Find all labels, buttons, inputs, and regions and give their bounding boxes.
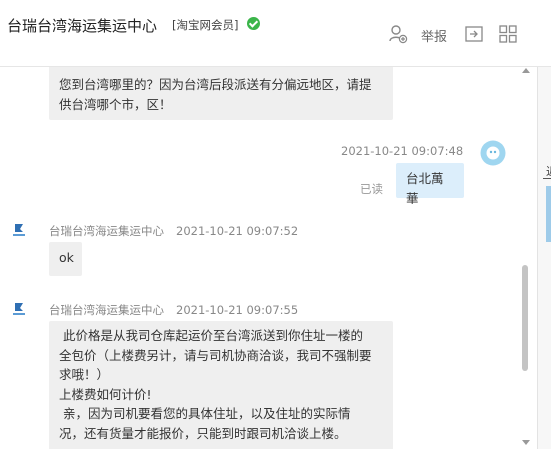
right-panel-scrollbar[interactable] bbox=[546, 186, 551, 242]
message-line: 全包价（上楼费另计，请与司机协商洽谈，我司不强制要 bbox=[59, 347, 372, 363]
message-bubble: 您到台湾哪里的？因为台湾后段派送有分偏远地区，请提供台湾哪个市，区！ bbox=[49, 67, 393, 120]
my-avatar-icon bbox=[480, 140, 506, 166]
message-timestamp: 2021-10-21 09:07:52 bbox=[176, 224, 299, 238]
sender-name: 台瑞台湾海运集运中心 bbox=[49, 224, 164, 238]
message-timestamp: 2021-10-21 09:07:48 bbox=[341, 144, 464, 158]
shop-avatar-icon bbox=[13, 303, 25, 315]
message-bubble: 此价格是从我司仓库起运价至台湾派送到你住址一楼的 全包价（上楼费另计，请与司机协… bbox=[49, 321, 393, 449]
message-line: 此价格是从我司仓库起运价至台湾派送到你住址一楼的 bbox=[59, 328, 363, 343]
message-timestamp: 2021-10-21 09:07:55 bbox=[176, 303, 299, 317]
right-panel-tab[interactable]: 近 bbox=[546, 163, 551, 179]
message-list[interactable]: 您到台湾哪里的？因为台湾后段派送有分偏远地区，请提供台湾哪个市，区！ 2021-… bbox=[0, 67, 536, 449]
message-line: 求哦！） bbox=[59, 367, 110, 382]
message-bubble: 台北萬華 bbox=[396, 163, 464, 206]
grid-icon[interactable] bbox=[498, 24, 518, 44]
chat-scrollbar[interactable] bbox=[522, 265, 528, 371]
shop-avatar-icon bbox=[13, 224, 25, 236]
report-button[interactable]: 举报 bbox=[421, 26, 447, 45]
scroll-down-arrow-icon[interactable] bbox=[522, 440, 530, 445]
message-bubble: ok bbox=[49, 242, 82, 276]
verified-icon bbox=[247, 17, 260, 30]
shop-title: 台瑞台湾海运集运中心 bbox=[7, 17, 158, 35]
sender-name: 台瑞台湾海运集运中心 bbox=[49, 303, 164, 317]
folder-arrow-icon[interactable] bbox=[464, 24, 484, 44]
message-line: 况，还有货量才能报价，只能到时跟司机洽谈上楼。 bbox=[59, 425, 347, 441]
message-meta: 台瑞台湾海运集运中心 2021-10-21 09:07:52 bbox=[49, 223, 298, 239]
user-plus-icon[interactable] bbox=[388, 24, 408, 44]
right-panel-divider bbox=[543, 178, 551, 179]
member-badge: [淘宝网会员] bbox=[172, 18, 239, 32]
chat-header: 台瑞台湾海运集运中心 [淘宝网会员] 举报 bbox=[0, 0, 551, 67]
message-meta: 台瑞台湾海运集运中心 2021-10-21 09:07:55 bbox=[49, 302, 298, 318]
scroll-up-arrow-icon[interactable] bbox=[522, 68, 530, 73]
message-line: 上楼费如何计价! bbox=[59, 386, 152, 402]
right-side-panel bbox=[537, 67, 551, 449]
read-status: 已读 bbox=[360, 182, 383, 196]
message-line: 亲，因为司机要看您的具体住址，以及住址的实际情 bbox=[59, 406, 351, 421]
